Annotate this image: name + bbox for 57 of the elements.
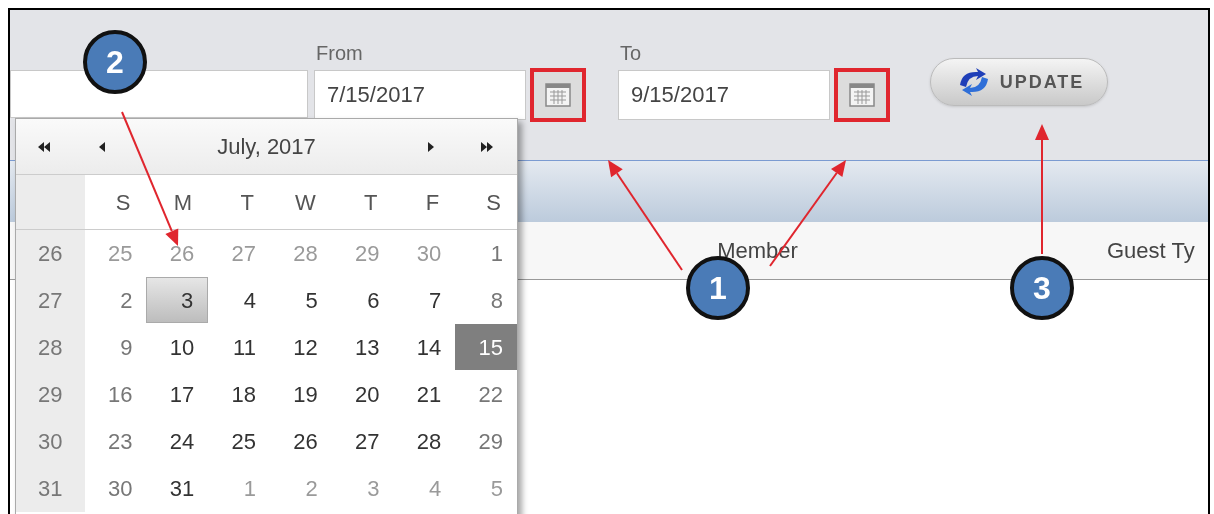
calendar-day[interactable]: 31 xyxy=(146,465,209,511)
calendar-day[interactable]: 16 xyxy=(84,371,147,417)
calendar-day[interactable]: 25 xyxy=(208,418,270,464)
week-number: 31 xyxy=(16,465,85,512)
weekday-label: F xyxy=(424,188,441,217)
calendar-day[interactable]: 30 xyxy=(84,465,147,511)
week-number: 28 xyxy=(16,324,85,371)
left-triangle-icon xyxy=(99,141,105,152)
calendar-day[interactable]: 21 xyxy=(393,371,456,417)
calendar-day[interactable]: 22 xyxy=(455,371,517,417)
week-number: 27 xyxy=(16,277,85,324)
left-triangle-icon xyxy=(38,141,50,152)
weekday-label: T xyxy=(239,188,255,217)
calendar-day[interactable]: 8 xyxy=(455,277,517,323)
calendar-day[interactable]: 24 xyxy=(146,418,209,464)
calendar-day[interactable]: 27 xyxy=(331,418,394,464)
calendar-day[interactable]: 10 xyxy=(146,324,209,370)
calendar-day[interactable]: 28 xyxy=(393,418,456,464)
right-triangle-icon xyxy=(481,141,493,152)
update-button[interactable]: UPDATE xyxy=(930,58,1108,106)
calendar-day[interactable]: 6 xyxy=(331,277,394,323)
weekday-label: S xyxy=(114,188,132,217)
date-field[interactable]: 7/15/2017 xyxy=(314,70,526,120)
weekday-label: M xyxy=(172,188,194,217)
date-field[interactable]: 9/15/2017 xyxy=(618,70,830,120)
calendar-day[interactable]: 1 xyxy=(455,230,517,276)
calendar-day[interactable]: 17 xyxy=(146,371,209,417)
week-number: 30 xyxy=(16,418,85,465)
calendar-day[interactable]: 14 xyxy=(393,324,456,370)
weekday-label: T xyxy=(363,188,379,217)
calendar-day[interactable]: 9 xyxy=(84,324,147,370)
calendar-day[interactable]: 15 xyxy=(455,324,517,370)
calendar-button[interactable] xyxy=(530,68,586,122)
calendar-day[interactable]: 29 xyxy=(455,418,517,464)
calendar-day[interactable]: 4 xyxy=(208,277,270,323)
calendar-day[interactable]: 20 xyxy=(331,371,394,417)
calendar-day[interactable]: 23 xyxy=(84,418,147,464)
calendar-day[interactable]: 26 xyxy=(269,418,332,464)
calendar-day[interactable]: 11 xyxy=(208,324,270,370)
calendar-day[interactable]: 19 xyxy=(269,371,332,417)
right-triangle-icon xyxy=(428,141,434,152)
calendar-icon xyxy=(545,83,571,107)
calendar-icon xyxy=(849,83,875,107)
calendar-day[interactable]: 3 xyxy=(146,277,209,323)
calendar-day[interactable]: 18 xyxy=(208,371,270,417)
calendar-day[interactable]: 2 xyxy=(84,277,147,323)
calendar-day[interactable]: 12 xyxy=(269,324,332,370)
calendar-day[interactable]: 7 xyxy=(393,277,456,323)
field-label: To xyxy=(619,41,643,66)
week-number: 26 xyxy=(16,230,85,277)
calendar-button[interactable] xyxy=(834,68,890,122)
week-number: 29 xyxy=(16,371,85,418)
weekday-label: W xyxy=(293,188,317,217)
field-label: From xyxy=(315,41,364,66)
calendar-day[interactable]: 5 xyxy=(269,277,332,323)
calendar-day[interactable]: 13 xyxy=(331,324,394,370)
weekday-label: S xyxy=(485,188,502,217)
